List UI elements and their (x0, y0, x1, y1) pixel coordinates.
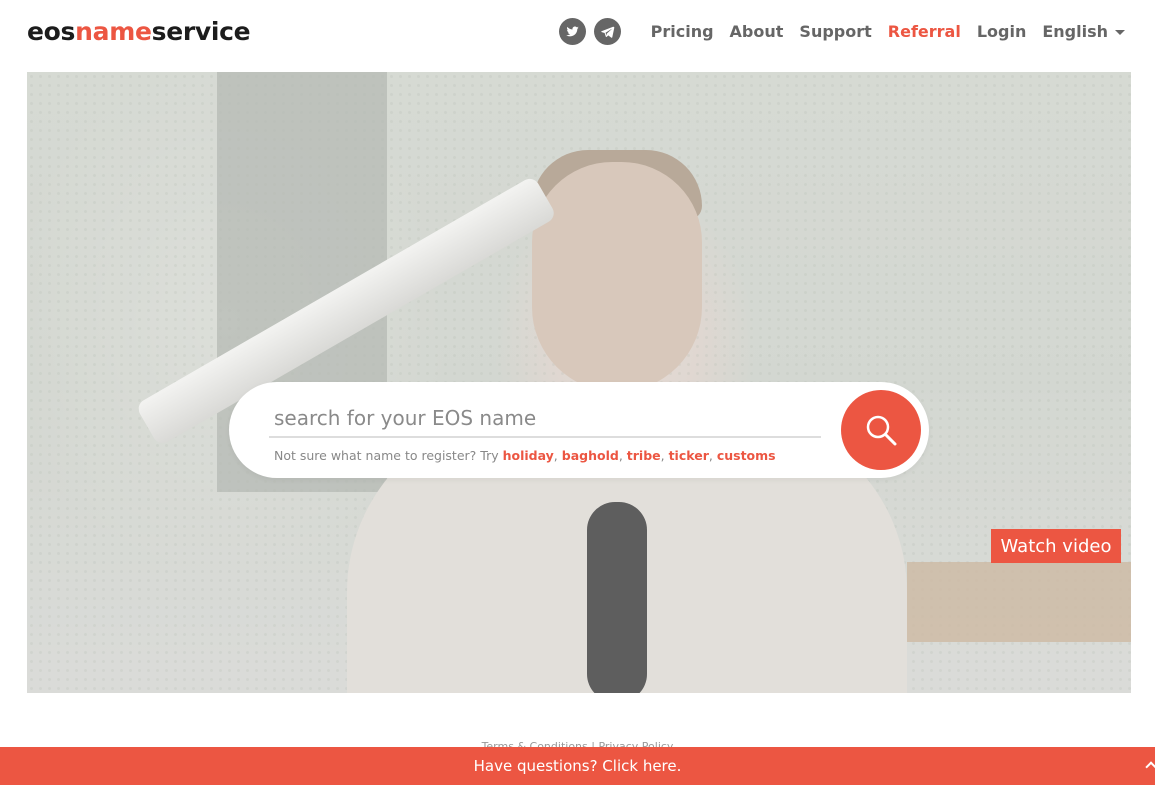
questions-bar[interactable]: Have questions? Click here. (0, 747, 1155, 785)
nav-pricing[interactable]: Pricing (651, 22, 714, 41)
nav-login[interactable]: Login (977, 22, 1027, 41)
language-label: English (1042, 21, 1108, 41)
header: eosnameservice Pricing About Support Ref… (0, 0, 1155, 72)
presenter-head (532, 162, 702, 392)
search-button[interactable] (841, 390, 921, 470)
language-selector[interactable]: English (1042, 22, 1125, 41)
watch-video-button[interactable]: Watch video (991, 529, 1121, 563)
microphone (587, 502, 647, 693)
telegram-glyph (600, 26, 614, 38)
suggestion-separator: , (553, 448, 562, 463)
nav-support[interactable]: Support (799, 22, 871, 41)
suggestion-holiday[interactable]: holiday (503, 448, 554, 463)
suggestion-baghold[interactable]: baghold (562, 448, 619, 463)
top-nav: Pricing About Support Referral Login Eng… (558, 16, 1125, 46)
questions-bar-label: Have questions? Click here. (473, 757, 682, 775)
logo-part-eos: eos (27, 17, 76, 46)
twitter-glyph (565, 25, 579, 36)
telegram-icon[interactable] (593, 17, 621, 45)
search-icon (866, 415, 897, 446)
suggestion-hint: Not sure what name to register? Try holi… (274, 448, 776, 463)
suggestion-separator: , (708, 448, 717, 463)
logo[interactable]: eosnameservice (27, 16, 251, 48)
chevron-up-icon (1145, 761, 1155, 773)
search-input[interactable] (269, 400, 821, 438)
logo-part-service: service (151, 17, 251, 46)
suggestion-separator: , (618, 448, 627, 463)
search-card: Not sure what name to register? Try holi… (229, 382, 929, 478)
suggestion-separator: , (660, 448, 669, 463)
nav-referral[interactable]: Referral (888, 22, 961, 41)
nav-about[interactable]: About (730, 22, 784, 41)
suggestion-ticker[interactable]: ticker (669, 448, 709, 463)
suggestion-customs[interactable]: customs (717, 448, 776, 463)
hint-text: Not sure what name to register? Try (274, 448, 499, 463)
caret-down-icon (1115, 29, 1125, 35)
suggestion-tribe[interactable]: tribe (627, 448, 661, 463)
twitter-icon[interactable] (558, 17, 586, 45)
wooden-shelf (907, 562, 1131, 642)
logo-part-name: name (75, 17, 152, 46)
